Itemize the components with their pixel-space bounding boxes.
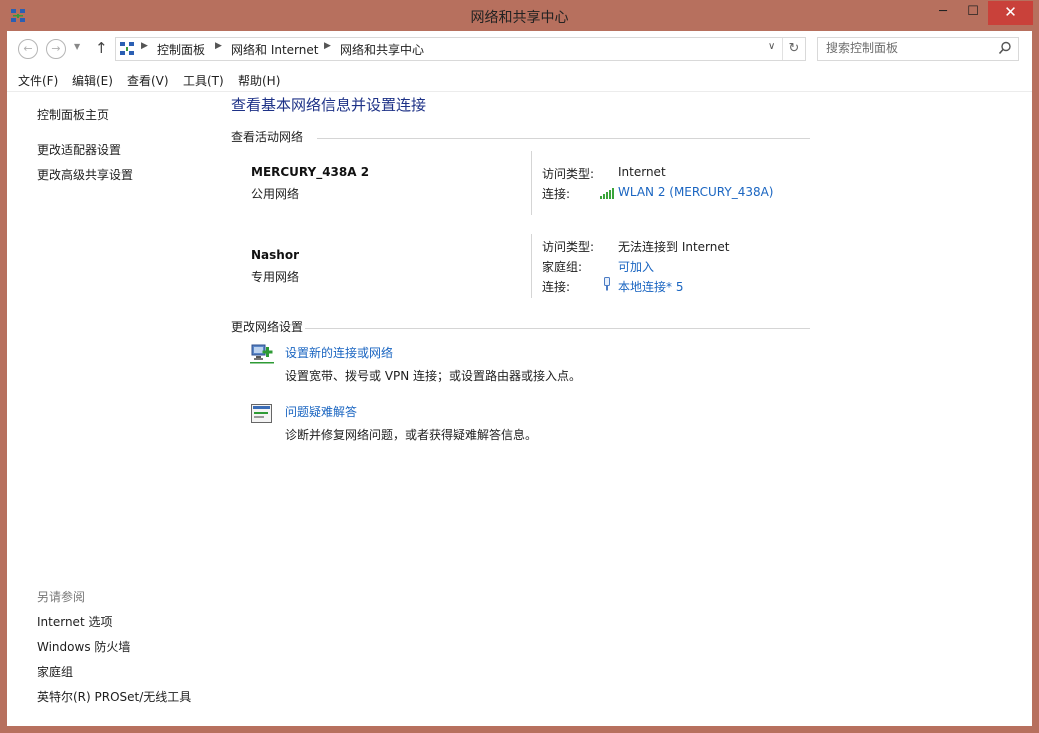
maximize-button[interactable]: ☐ [958,1,988,25]
access-type-value: 无法连接到 Internet [618,240,730,254]
menu-edit[interactable]: 编辑(E) [72,72,113,89]
menu-bar: 文件(F) 编辑(E) 查看(V) 工具(T) 帮助(H) [7,68,1032,92]
up-button[interactable]: ↑ [95,39,108,57]
section-divider [305,328,810,329]
address-history-chevron-icon[interactable]: ∨ [768,41,775,52]
page-title: 查看基本网络信息并设置连接 [231,96,427,114]
back-button[interactable]: ← [18,39,38,59]
breadcrumb-separator-icon[interactable]: ▶ [141,41,148,51]
recent-locations-dropdown[interactable]: ▼ [74,42,80,51]
window-client-area: ← → ▼ ↑ ▶ 控制面板 ▶ 网络和 Internet ▶ 网络和共享中心 … [7,31,1032,726]
ethernet-adapter-icon [604,277,610,291]
see-also-heading: 另请参阅 [37,590,86,604]
network-divider [531,234,532,298]
forward-button[interactable]: → [46,39,66,59]
active-networks-heading: 查看活动网络 [231,130,304,144]
search-input[interactable] [818,38,998,58]
connection-label: 连接: [542,187,571,201]
menu-help[interactable]: 帮助(H) [238,72,280,89]
close-button[interactable]: ✕ [988,1,1033,25]
see-also-windows-firewall[interactable]: Windows 防火墙 [37,638,130,655]
sidebar-link-advanced-sharing-settings[interactable]: 更改高级共享设置 [37,166,133,183]
menu-file[interactable]: 文件(F) [18,72,58,89]
connection-label: 连接: [542,280,571,294]
window-title: 网络和共享中心 [470,10,569,26]
task-description: 诊断并修复网络问题，或者获得疑难解答信息。 [285,428,538,442]
section-divider [317,138,810,139]
homegroup-label: 家庭组: [542,260,583,274]
title-bar[interactable]: 网络和共享中心 ─ ☐ ✕ [0,0,1039,32]
control-panel-icon [120,42,134,55]
breadcrumb-separator-icon[interactable]: ▶ [215,41,222,51]
new-connection-icon [250,344,274,364]
refresh-button[interactable]: ↻ [782,38,805,60]
access-type-label: 访问类型: [542,167,595,181]
access-type-value: Internet [618,165,666,179]
wifi-signal-icon [600,188,614,199]
network-divider [531,151,532,215]
minimize-button[interactable]: ─ [928,1,958,25]
connection-link-wlan2[interactable]: WLAN 2 (MERCURY_438A) [618,185,774,199]
network-category-link[interactable]: 专用网络 [251,268,299,285]
see-also-intel-proset-wireless[interactable]: 英特尔(R) PROSet/无线工具 [37,688,191,705]
task-description: 设置宽带、拨号或 VPN 连接；或设置路由器或接入点。 [285,369,582,383]
network-category-link[interactable]: 公用网络 [251,185,299,202]
breadcrumb-network-sharing-center[interactable]: 网络和共享中心 [340,41,424,58]
network-name: Nashor [251,248,299,262]
menu-tools[interactable]: 工具(T) [183,72,224,89]
navigation-bar: ← → ▼ ↑ ▶ 控制面板 ▶ 网络和 Internet ▶ 网络和共享中心 … [7,31,1032,67]
sidebar-link-control-panel-home[interactable]: 控制面板主页 [37,106,109,123]
homegroup-join-link[interactable]: 可加入 [618,258,654,275]
connection-link-local-5[interactable]: 本地连接* 5 [618,278,683,295]
see-also-internet-options[interactable]: Internet 选项 [37,613,112,630]
breadcrumb-control-panel[interactable]: 控制面板 [157,41,205,58]
task-link-troubleshoot[interactable]: 问题疑难解答 [285,403,357,420]
search-icon[interactable] [998,41,1012,55]
menu-view[interactable]: 查看(V) [127,72,169,89]
address-bar[interactable]: ▶ 控制面板 ▶ 网络和 Internet ▶ 网络和共享中心 ∨ ↻ [115,37,806,61]
breadcrumb-separator-icon[interactable]: ▶ [324,41,331,51]
network-name: MERCURY_438A 2 [251,165,370,179]
breadcrumb-network-internet[interactable]: 网络和 Internet [231,41,318,58]
access-type-label: 访问类型: [542,240,595,254]
change-settings-heading: 更改网络设置 [231,320,304,334]
troubleshoot-icon [251,404,272,423]
sidebar-link-change-adapter-settings[interactable]: 更改适配器设置 [37,141,121,158]
search-box[interactable] [817,37,1019,61]
see-also-homegroup[interactable]: 家庭组 [37,663,73,680]
task-link-setup-new-connection[interactable]: 设置新的连接或网络 [285,344,393,361]
